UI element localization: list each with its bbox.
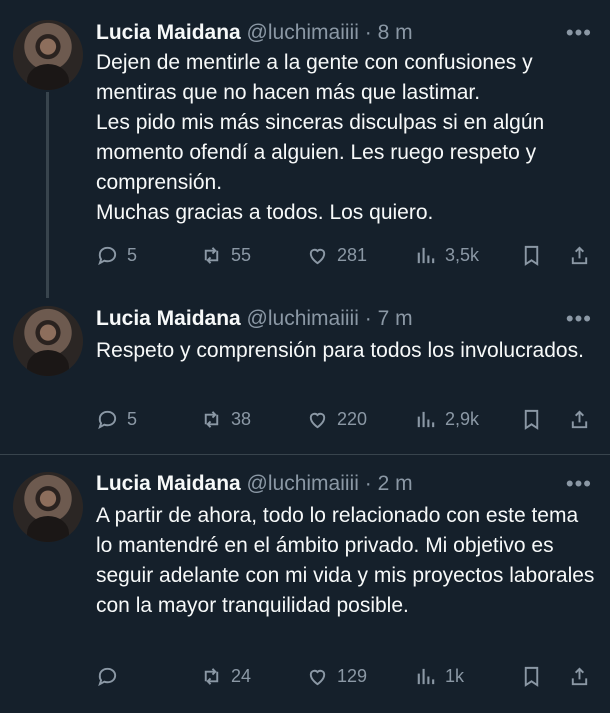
tweet-text: Respeto y comprensión para todos los inv…: [96, 339, 584, 362]
like-button[interactable]: 220: [306, 404, 367, 434]
retweet-count: 38: [231, 408, 252, 429]
like-count: 281: [337, 244, 368, 265]
tweet-actions: 5 38 220 2,9k: [96, 404, 596, 434]
views-icon: [417, 247, 435, 263]
reply-count: 5: [127, 408, 138, 429]
separator-dot: ·: [364, 472, 372, 495]
reply-count: 5: [127, 244, 138, 265]
share-icon: [571, 666, 588, 685]
retweet-icon: [204, 246, 219, 264]
avatar[interactable]: [13, 20, 83, 90]
share-button[interactable]: [568, 404, 591, 434]
more-options-button[interactable]: •••: [566, 306, 592, 332]
reply-button[interactable]: 5: [96, 404, 137, 434]
reply-icon: [98, 246, 117, 265]
views-count: 1k: [445, 665, 465, 686]
views-icon: [417, 411, 435, 427]
tweet-header: Lucia Maidana @luchimaiiii · 2 m: [96, 471, 413, 497]
author-name[interactable]: Lucia Maidana: [96, 307, 241, 330]
reply-icon: [98, 667, 117, 686]
bookmark-button[interactable]: [520, 404, 543, 434]
author-handle[interactable]: @luchimaiiii: [247, 21, 359, 44]
heart-icon: [309, 669, 326, 685]
retweet-button[interactable]: 55: [200, 240, 251, 270]
tweet-header: Lucia Maidana @luchimaiiii · 8 m: [96, 20, 413, 46]
more-options-button[interactable]: •••: [566, 20, 592, 46]
tweet[interactable]: Lucia Maidana @luchimaiiii · 8 m ••• Dej…: [0, 0, 610, 292]
share-button[interactable]: [568, 661, 591, 691]
heart-icon: [309, 248, 326, 264]
tweet[interactable]: Lucia Maidana @luchimaiiii · 2 m ••• A p…: [0, 455, 610, 713]
bookmark-button[interactable]: [520, 661, 543, 691]
like-button[interactable]: 281: [306, 240, 367, 270]
tweet-text: A partir de ahora, todo lo relacionado c…: [96, 504, 595, 617]
author-handle[interactable]: @luchimaiiii: [247, 307, 359, 330]
separator-dot: ·: [364, 21, 372, 44]
views-icon: [417, 668, 435, 684]
author-name[interactable]: Lucia Maidana: [96, 472, 241, 495]
tweet-actions: 5 55 281 3,5k: [96, 240, 596, 270]
like-count: 220: [337, 408, 368, 429]
timestamp[interactable]: 7 m: [378, 307, 413, 330]
tweet-feed: Lucia Maidana @luchimaiiii · 8 m ••• Dej…: [0, 0, 610, 713]
reply-icon: [98, 410, 117, 429]
retweet-button[interactable]: 38: [200, 404, 251, 434]
retweet-icon: [204, 667, 219, 685]
bookmark-icon: [524, 666, 539, 687]
heart-icon: [309, 412, 326, 428]
retweet-icon: [204, 410, 219, 428]
avatar[interactable]: [13, 472, 83, 542]
share-icon: [571, 245, 588, 264]
bookmark-button[interactable]: [520, 240, 543, 270]
reply-button[interactable]: 5: [96, 240, 137, 270]
views-button[interactable]: 1k: [414, 661, 464, 691]
separator-dot: ·: [364, 307, 372, 330]
timestamp[interactable]: 2 m: [378, 472, 413, 495]
views-count: 3,5k: [445, 244, 480, 265]
views-button[interactable]: 2,9k: [414, 404, 479, 434]
author-name[interactable]: Lucia Maidana: [96, 21, 241, 44]
avatar[interactable]: [13, 306, 83, 376]
retweet-button[interactable]: 24: [200, 661, 251, 691]
like-button[interactable]: 129: [306, 661, 367, 691]
tweet-header: Lucia Maidana @luchimaiiii · 7 m: [96, 306, 413, 332]
views-count: 2,9k: [445, 408, 480, 429]
bookmark-icon: [524, 409, 539, 430]
reply-button[interactable]: [96, 661, 127, 691]
views-button[interactable]: 3,5k: [414, 240, 479, 270]
like-count: 129: [337, 665, 368, 686]
share-icon: [571, 409, 588, 428]
retweet-count: 55: [231, 244, 252, 265]
more-options-button[interactable]: •••: [566, 471, 592, 497]
retweet-count: 24: [231, 665, 252, 686]
timestamp[interactable]: 8 m: [378, 21, 413, 44]
tweet[interactable]: Lucia Maidana @luchimaiiii · 7 m ••• Res…: [0, 292, 610, 454]
tweet-text: Dejen de mentirle a la gente con confusi…: [96, 51, 545, 224]
bookmark-icon: [524, 245, 539, 266]
author-handle[interactable]: @luchimaiiii: [247, 472, 359, 495]
tweet-actions: 24 129 1k: [96, 661, 596, 691]
share-button[interactable]: [568, 240, 591, 270]
